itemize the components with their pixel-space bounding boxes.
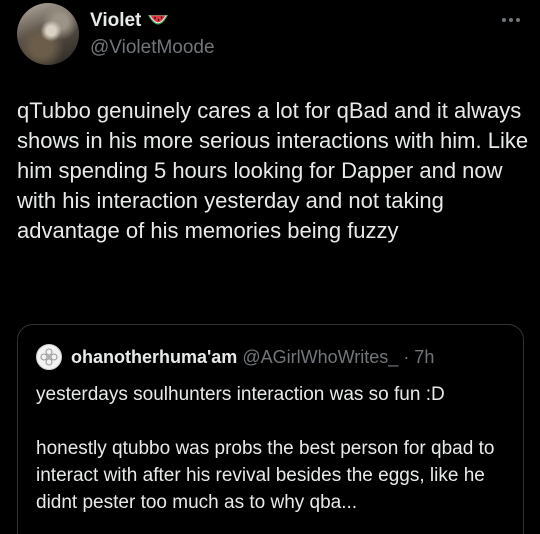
more-options-button[interactable] [502,12,520,28]
quoted-text: yesterdays soulhunters interaction was s… [36,381,511,516]
flower-icon [40,348,58,366]
quoted-timestamp[interactable]: · 7h [403,347,434,367]
author-handle[interactable]: @VioletMoode [90,37,215,59]
author-name-row[interactable]: Violet [90,10,169,32]
author-avatar[interactable] [17,3,79,65]
author-display-name[interactable]: Violet [90,10,141,32]
tweet-text: qTubbo genuinely cares a lot for qBad an… [17,98,529,243]
tweet-card: Violet @VioletMoode qTubbo genuinely car… [0,0,540,534]
quoted-handle[interactable]: @AGirlWhoWrites_ [242,347,398,367]
quoted-tweet[interactable]: ohanotherhuma'am @AGirlWhoWrites_ · 7h y… [17,324,524,534]
ellipsis-icon [502,18,506,22]
quoted-author-avatar[interactable] [36,344,62,370]
quoted-paragraph: honestly qtubbo was probs the best perso… [36,438,495,513]
quoted-header: ohanotherhuma'am @AGirlWhoWrites_ · 7h [71,344,434,370]
watermelon-icon [148,15,169,25]
quoted-display-name[interactable]: ohanotherhuma'am [71,347,237,367]
quoted-paragraph: yesterdays soulhunters interaction was s… [36,384,445,405]
